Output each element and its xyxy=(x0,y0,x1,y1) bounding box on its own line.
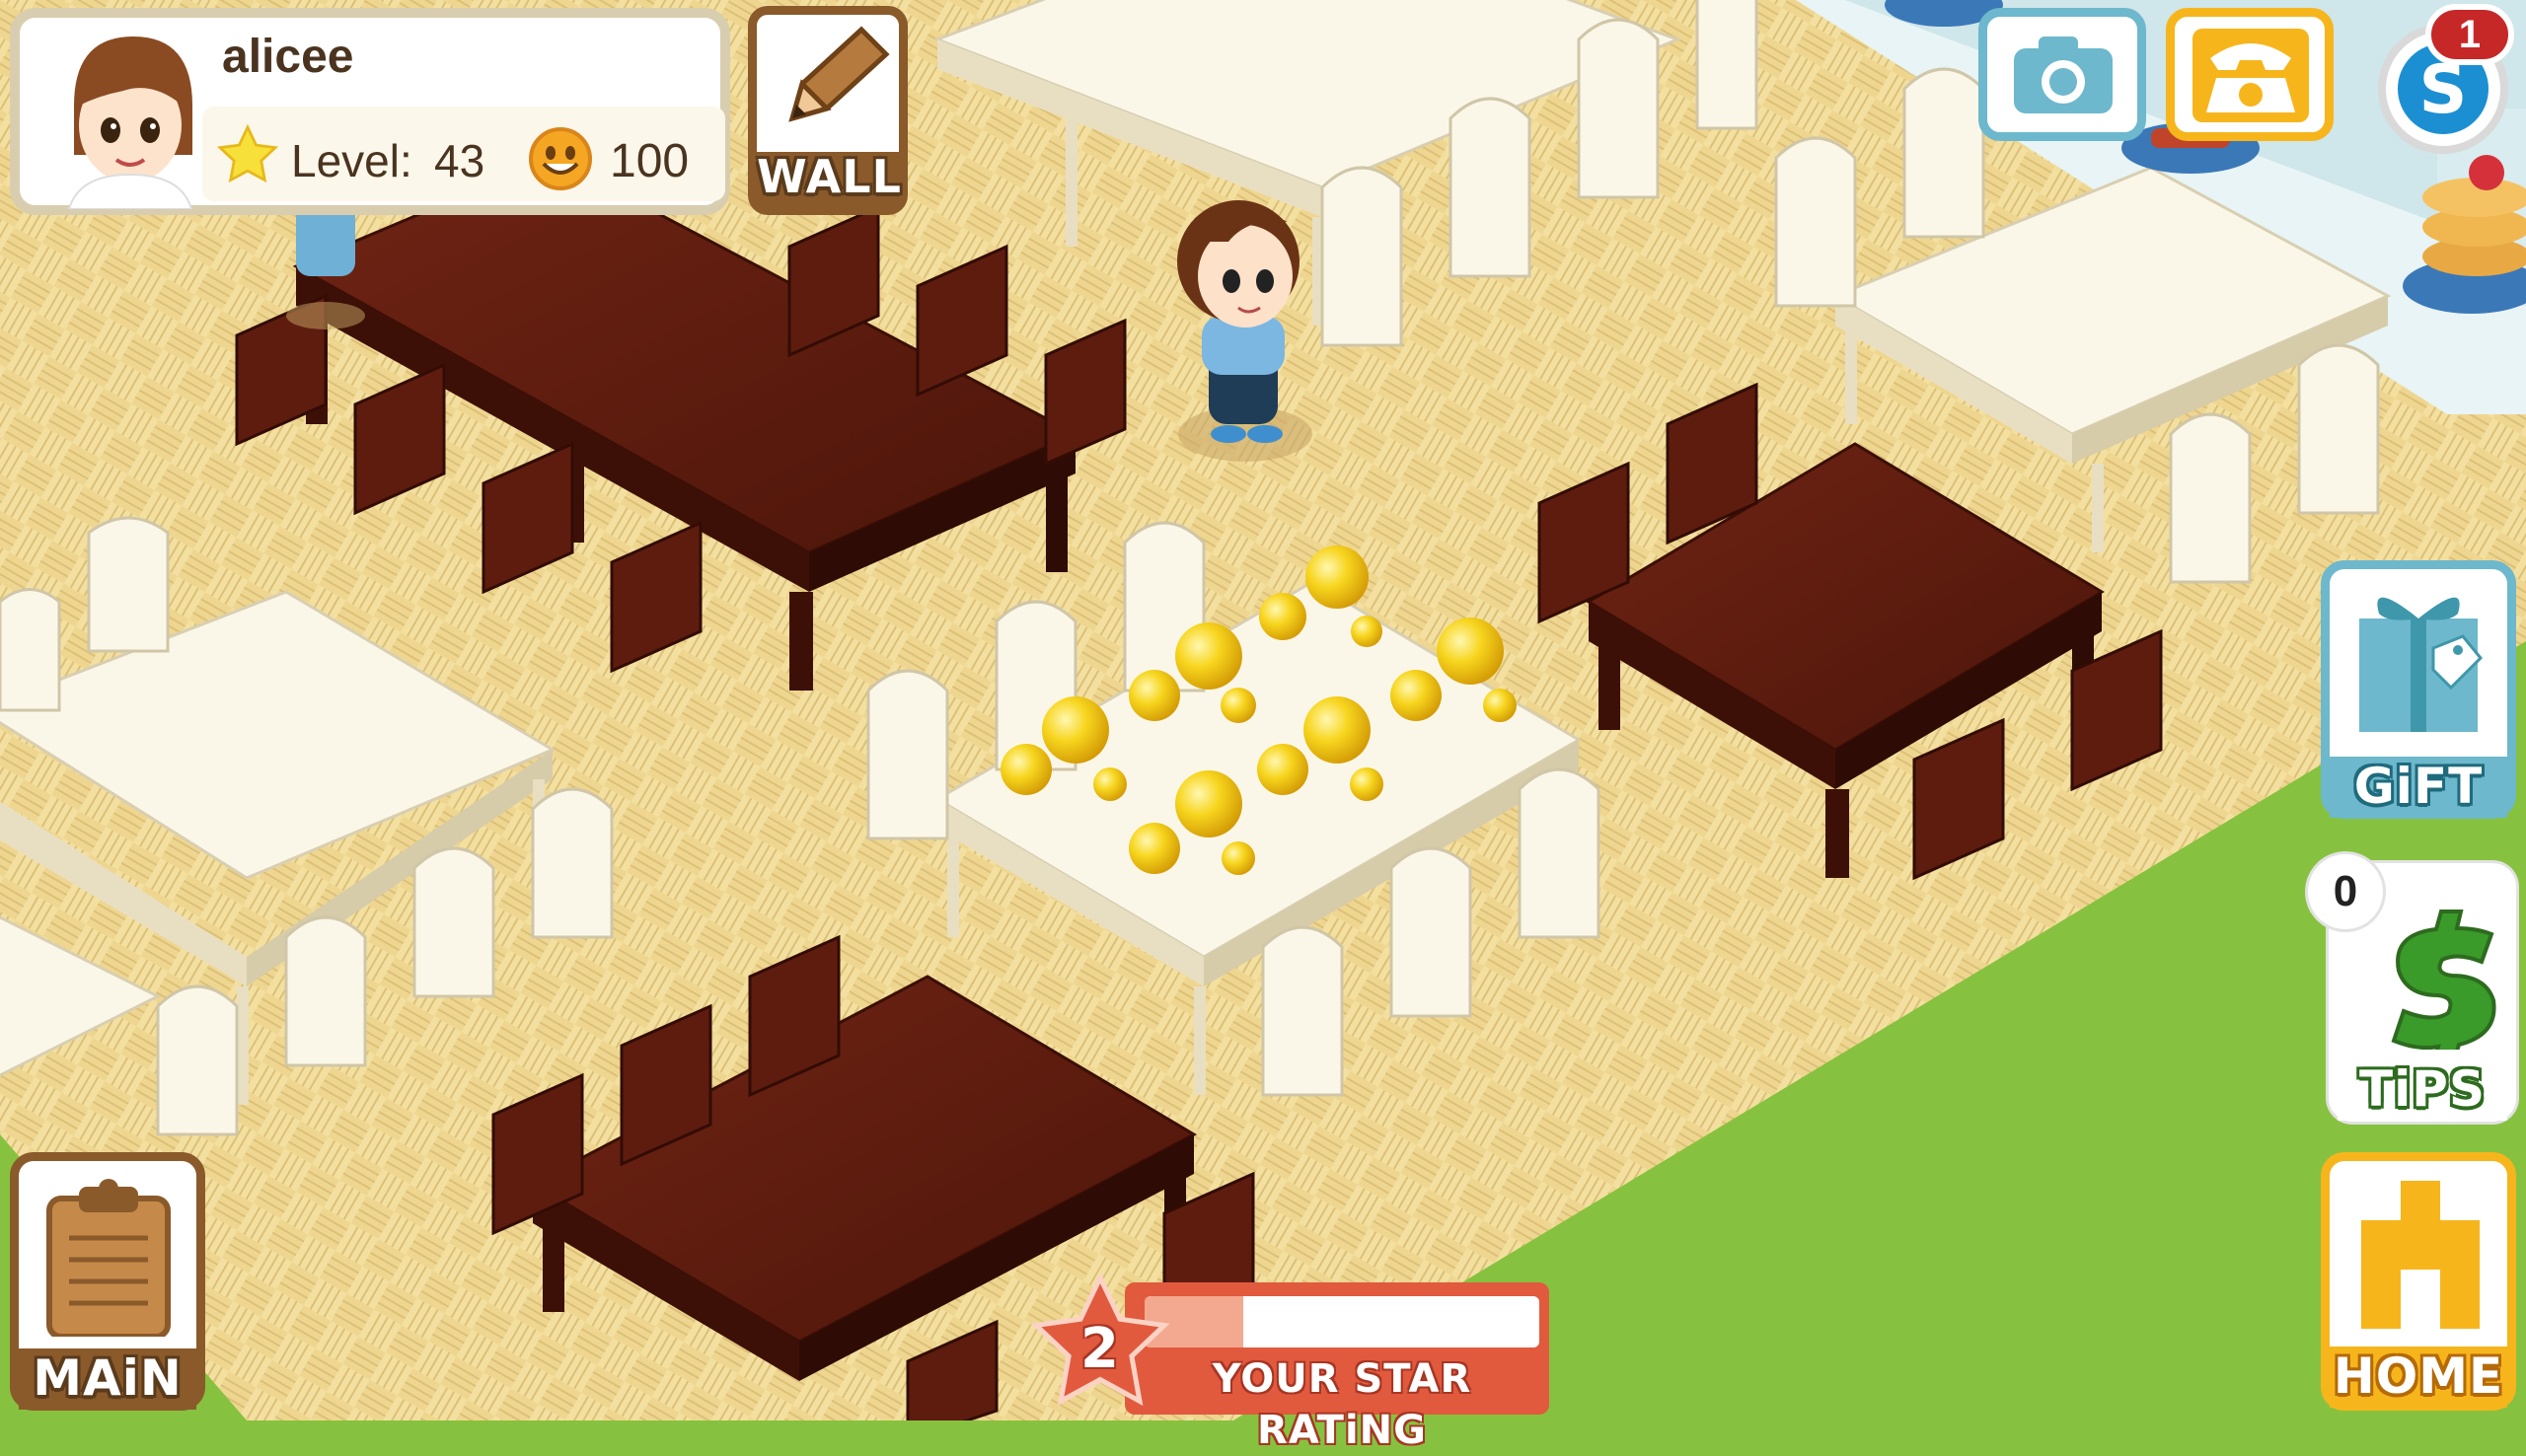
tips-count: 0 xyxy=(2333,867,2358,915)
tips-label: TiPS xyxy=(2338,1059,2507,1121)
tips-button[interactable]: 0 TiPS xyxy=(2308,854,2516,1122)
player-panel[interactable]: alicee Level: 43 100 xyxy=(10,8,730,215)
star-icon xyxy=(215,122,280,187)
avatar xyxy=(49,32,207,210)
camera-button[interactable] xyxy=(1978,8,2146,141)
rating-track xyxy=(1145,1296,1539,1347)
pencil-icon xyxy=(773,25,891,133)
phone-button[interactable] xyxy=(2166,8,2334,141)
chef-character xyxy=(286,197,365,329)
gift-icon xyxy=(2349,579,2488,737)
smile-coin-icon xyxy=(528,126,593,191)
notification-count: 1 xyxy=(2458,13,2482,56)
s-coin-button[interactable]: S 1 xyxy=(2378,4,2526,158)
phone-icon xyxy=(2192,29,2309,122)
rating-value: 2 xyxy=(1080,1317,1120,1381)
main-button[interactable]: MAiN xyxy=(10,1152,205,1411)
wall-button[interactable]: WALL xyxy=(748,6,908,215)
wall-label: WALL xyxy=(757,152,901,209)
home-label: HOME xyxy=(2330,1347,2507,1408)
star-rating-bar[interactable]: YOUR STAR RATiNG 2 xyxy=(1026,1272,1549,1453)
main-label: MAiN xyxy=(19,1348,196,1410)
player-name: alicee xyxy=(222,31,354,83)
gift-label: GiFT xyxy=(2330,757,2507,818)
tips-count-badge: 0 xyxy=(2308,854,2383,929)
gift-button[interactable]: GiFT xyxy=(2321,560,2516,819)
clipboard-icon xyxy=(44,1179,173,1340)
rating-label: YOUR STAR RATiNG xyxy=(1212,1356,1472,1453)
house-icon xyxy=(2351,1181,2489,1329)
dollar-icon xyxy=(2367,902,2505,1066)
notification-badge: 1 xyxy=(2425,4,2514,65)
level-value: 43 xyxy=(434,135,485,186)
home-button[interactable]: HOME xyxy=(2321,1152,2516,1411)
camera-icon xyxy=(2009,31,2117,119)
level-label: Level: xyxy=(291,135,412,186)
coin-count: 100 xyxy=(610,135,690,187)
